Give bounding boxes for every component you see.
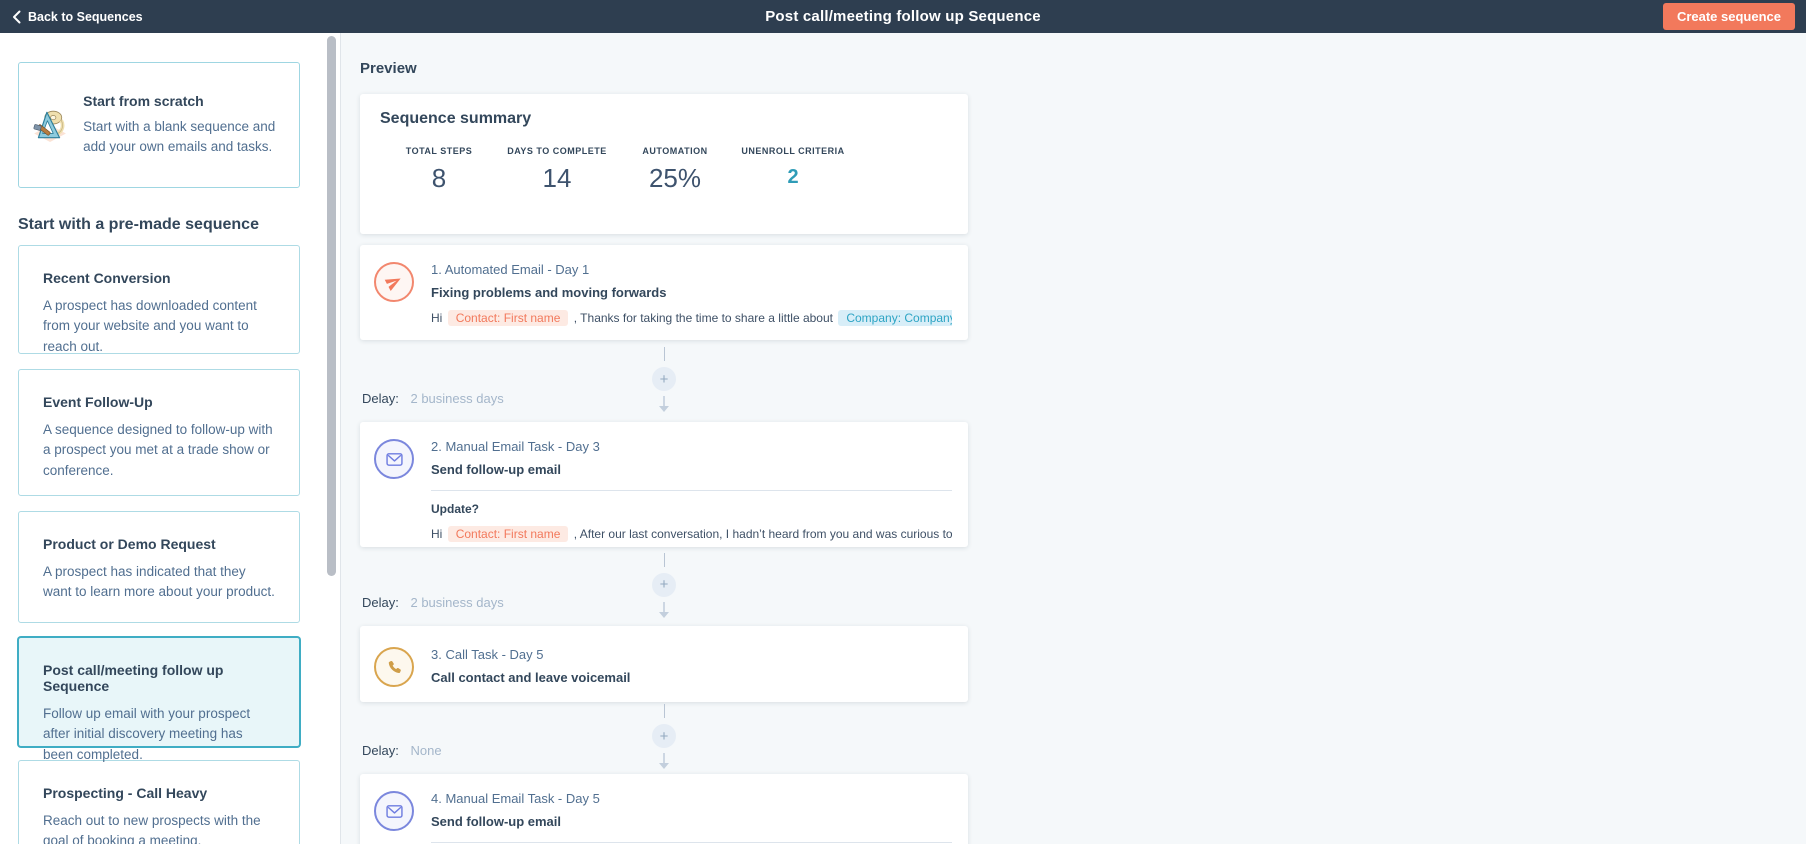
arrow-down-icon <box>657 395 671 415</box>
step-label: 3. Call Task - Day 5 <box>431 647 952 662</box>
add-step-button[interactable]: + <box>652 367 676 391</box>
back-label: Back to Sequences <box>28 10 143 24</box>
contact-first-name-token: Contact: First name <box>448 310 569 326</box>
scratch-card-description: Start with a blank sequence and add your… <box>83 117 287 156</box>
top-bar: Back to Sequences Post call/meeting foll… <box>0 0 1806 33</box>
step-connector: + Delay: None <box>360 702 968 774</box>
company-name-token: Company: Company name <box>838 310 952 326</box>
connector-line <box>664 704 665 718</box>
step-title: Send follow-up email <box>431 814 952 829</box>
template-card-recent-conversion[interactable]: Recent Conversion A prospect has downloa… <box>18 245 300 354</box>
step-connector: + Delay: 2 business days <box>360 547 968 626</box>
preview-pane: Preview Sequence summary TOTAL STEPS 8 D… <box>341 33 1806 844</box>
template-title: Post call/meeting follow up Sequence <box>43 662 275 694</box>
template-sidebar: Start from scratch Start with a blank se… <box>0 33 341 844</box>
template-description: A prospect has downloaded content from y… <box>43 296 275 357</box>
template-description: Reach out to new prospects with the goal… <box>43 811 275 844</box>
scratch-card-title: Start from scratch <box>83 93 287 109</box>
email-icon <box>374 791 414 831</box>
stat-total-steps: TOTAL STEPS 8 <box>380 146 498 194</box>
chevron-left-icon <box>12 10 21 24</box>
template-card-post-call-meeting-selected[interactable]: Post call/meeting follow up Sequence Fol… <box>18 637 300 747</box>
divider <box>431 490 952 491</box>
stat-unenroll-criteria: UNENROLL CRITERIA 2 <box>734 146 852 194</box>
sidebar-scrollbar[interactable] <box>327 36 336 576</box>
step-label: 1. Automated Email - Day 1 <box>431 262 952 277</box>
contact-first-name-token: Contact: First name <box>448 526 569 542</box>
step-label: 4. Manual Email Task - Day 5 <box>431 791 952 806</box>
step-connector: + Delay: 2 business days <box>360 340 968 422</box>
step-card-2-manual-email: 2. Manual Email Task - Day 3 Send follow… <box>360 422 968 547</box>
divider <box>431 842 952 843</box>
step-card-1-automated-email: 1. Automated Email - Day 1 Fixing proble… <box>360 245 968 340</box>
connector-line <box>664 347 665 361</box>
sequence-summary-card: Sequence summary TOTAL STEPS 8 DAYS TO C… <box>360 94 968 234</box>
email-icon <box>374 439 414 479</box>
template-description: Follow up email with your prospect after… <box>43 704 275 765</box>
connector-line <box>664 553 665 567</box>
start-from-scratch-card[interactable]: Start from scratch Start with a blank se… <box>18 62 300 188</box>
step-title: Fixing problems and moving forwards <box>431 285 952 300</box>
step-card-4-manual-email: 4. Manual Email Task - Day 5 Send follow… <box>360 774 968 844</box>
template-title: Prospecting - Call Heavy <box>43 785 275 801</box>
scratch-card-text: Start from scratch Start with a blank se… <box>83 93 287 156</box>
template-description: A sequence designed to follow-up with a … <box>43 420 275 481</box>
stat-days-to-complete: DAYS TO COMPLETE 14 <box>498 146 616 194</box>
create-sequence-button[interactable]: Create sequence <box>1663 3 1795 30</box>
template-title: Recent Conversion <box>43 270 275 286</box>
template-title: Event Follow-Up <box>43 394 275 410</box>
add-step-button[interactable]: + <box>652 724 676 748</box>
stat-automation: AUTOMATION 25% <box>616 146 734 194</box>
summary-title: Sequence summary <box>380 110 948 128</box>
tools-illustration-icon <box>31 89 69 161</box>
arrow-down-icon <box>657 752 671 772</box>
arrow-down-icon <box>657 601 671 621</box>
delay-row: Delay: 2 business days <box>362 391 504 406</box>
template-card-product-demo-request[interactable]: Product or Demo Request A prospect has i… <box>18 511 300 623</box>
template-title: Product or Demo Request <box>43 536 275 552</box>
preview-heading: Preview <box>360 60 968 77</box>
back-to-sequences-link[interactable]: Back to Sequences <box>12 10 143 24</box>
template-card-prospecting-call-heavy[interactable]: Prospecting - Call Heavy Reach out to ne… <box>18 760 300 844</box>
email-body-preview: Hi Contact: First name , Thanks for taki… <box>431 310 952 326</box>
delay-row: Delay: None <box>362 743 442 758</box>
step-card-3-call-task: 3. Call Task - Day 5 Call contact and le… <box>360 626 968 702</box>
step-label: 2. Manual Email Task - Day 3 <box>431 439 952 454</box>
premade-sequence-heading: Start with a pre-made sequence <box>18 216 299 234</box>
email-body-preview: Hi Contact: First name , After our last … <box>431 526 952 542</box>
template-description: A prospect has indicated that they want … <box>43 562 275 603</box>
step-title: Call contact and leave voicemail <box>431 670 952 685</box>
summary-stats-row: TOTAL STEPS 8 DAYS TO COMPLETE 14 AUTOMA… <box>380 146 948 194</box>
step-title: Send follow-up email <box>431 462 952 477</box>
page-title: Post call/meeting follow up Sequence <box>0 8 1806 25</box>
send-icon <box>374 262 414 302</box>
delay-row: Delay: 2 business days <box>362 595 504 610</box>
template-card-event-follow-up[interactable]: Event Follow-Up A sequence designed to f… <box>18 369 300 496</box>
email-subject: Update? <box>431 502 952 516</box>
add-step-button[interactable]: + <box>652 573 676 597</box>
call-icon <box>374 647 414 687</box>
